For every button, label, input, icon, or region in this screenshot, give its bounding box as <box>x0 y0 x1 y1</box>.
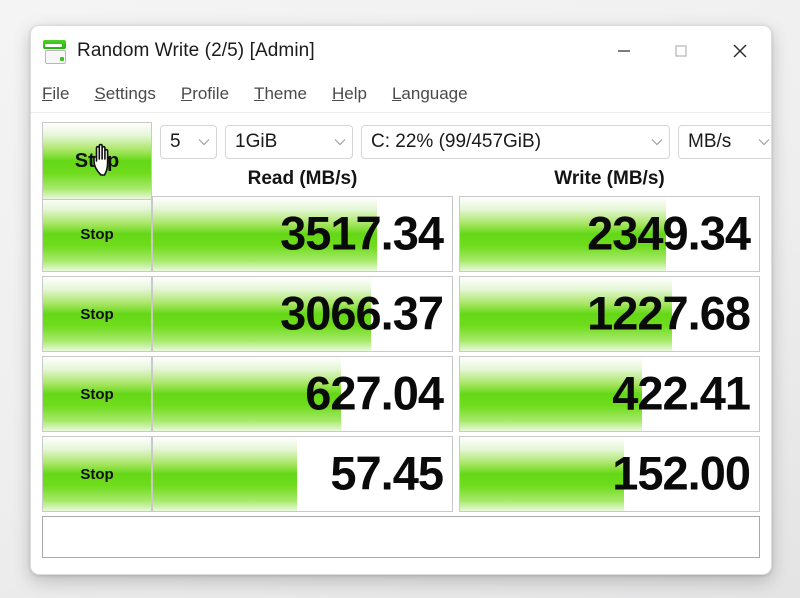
menu-mnemonic: L <box>391 84 402 103</box>
read-value: 57.45 <box>330 446 444 500</box>
toolbar-combos: 5 1GiB C: 22% (99/457GiB) MB/s <box>152 122 771 162</box>
test-count-select[interactable]: 5 <box>160 125 217 159</box>
table-row: Stop 3517.34 2349.34 <box>42 196 760 272</box>
read-value: 3517.34 <box>280 206 444 260</box>
read-result-cell[interactable]: 627.04 <box>152 356 453 432</box>
write-value: 422.41 <box>612 366 751 420</box>
menu-label: heme <box>264 84 307 103</box>
menu-label: ile <box>52 84 70 103</box>
title-bar[interactable]: Random Write (2/5) [Admin] <box>31 26 771 76</box>
crystaldiskmark-icon <box>42 38 68 64</box>
row-stop-button[interactable]: Stop <box>42 356 152 432</box>
write-value: 152.00 <box>612 446 751 500</box>
menu-label: anguage <box>401 84 468 103</box>
unit-select[interactable]: MB/s <box>678 125 771 159</box>
toolbar: Stop 5 1GiB C: 22% (99/457GiB) MB/s <box>42 122 771 200</box>
chevron-down-icon <box>192 138 216 146</box>
target-drive-value: C: 22% (99/457GiB) <box>371 131 542 152</box>
maximize-icon <box>674 45 687 57</box>
close-icon <box>733 44 747 58</box>
menu-mnemonic: P <box>180 84 193 103</box>
chevron-down-icon <box>328 138 352 146</box>
row-stop-label: Stop <box>80 385 114 403</box>
minimize-button[interactable] <box>595 26 652 76</box>
comment-input[interactable] <box>42 516 760 558</box>
menu-item-language[interactable]: Language <box>392 84 468 104</box>
write-result-cell[interactable]: 2349.34 <box>459 196 760 272</box>
window-title: Random Write (2/5) [Admin] <box>77 40 315 61</box>
row-stop-label: Stop <box>80 465 114 483</box>
crystaldiskmark-window: Random Write (2/5) [Admin] File Settings… <box>30 25 772 575</box>
table-row: Stop 57.45 152.00 <box>42 436 760 512</box>
menu-label: rofile <box>192 84 230 103</box>
maximize-button[interactable] <box>652 26 709 76</box>
screen: Random Write (2/5) [Admin] File Settings… <box>0 0 800 598</box>
main-content: Stop 5 1GiB C: 22% (99/457GiB) MB/s Read… <box>31 113 771 568</box>
write-result-cell[interactable]: 152.00 <box>459 436 760 512</box>
menu-mnemonic: T <box>254 84 265 103</box>
write-value: 2349.34 <box>587 206 751 260</box>
menu-mnemonic: S <box>94 84 106 103</box>
target-drive-select[interactable]: C: 22% (99/457GiB) <box>361 125 670 159</box>
read-column-header: Read (MB/s) <box>247 168 358 189</box>
menu-item-file[interactable]: File <box>42 84 69 104</box>
chevron-down-icon <box>645 138 669 146</box>
read-value: 627.04 <box>305 366 444 420</box>
table-row: Stop 3066.37 1227.68 <box>42 276 760 352</box>
read-result-cell[interactable]: 57.45 <box>152 436 453 512</box>
write-value: 1227.68 <box>587 286 751 340</box>
all-button-slot: Stop <box>42 122 152 200</box>
table-row: Stop 627.04 422.41 <box>42 356 760 432</box>
read-result-cell[interactable]: 3517.34 <box>152 196 453 272</box>
menu-item-settings[interactable]: Settings <box>94 84 155 104</box>
results-table: Stop 3517.34 2349.34 Stop 3066.37 1227.6… <box>42 196 760 512</box>
read-value: 3066.37 <box>280 286 444 340</box>
test-size-value: 1GiB <box>235 131 278 152</box>
menu-mnemonic: F <box>42 84 53 103</box>
row-stop-label: Stop <box>80 225 114 243</box>
unit-value: MB/s <box>688 131 732 152</box>
write-fill-bar <box>460 437 625 511</box>
menu-label: ettings <box>105 84 156 103</box>
menu-item-help[interactable]: Help <box>332 84 367 104</box>
write-result-cell[interactable]: 422.41 <box>459 356 760 432</box>
chevron-down-icon <box>752 138 771 146</box>
window-controls <box>595 26 771 76</box>
write-result-cell[interactable]: 1227.68 <box>459 276 760 352</box>
minimize-icon <box>617 50 630 52</box>
test-count-value: 5 <box>170 131 181 152</box>
read-result-cell[interactable]: 3066.37 <box>152 276 453 352</box>
read-fill-bar <box>153 437 297 511</box>
menu-item-profile[interactable]: Profile <box>181 84 229 104</box>
menu-mnemonic: H <box>331 84 345 103</box>
test-size-select[interactable]: 1GiB <box>225 125 353 159</box>
row-stop-button[interactable]: Stop <box>42 436 152 512</box>
all-stop-label: Stop <box>74 149 120 172</box>
menu-bar: File Settings Profile Theme Help Languag… <box>31 76 771 113</box>
row-stop-button[interactable]: Stop <box>42 276 152 352</box>
menu-label: elp <box>344 84 367 103</box>
all-stop-button[interactable]: Stop <box>42 122 152 200</box>
write-column-header: Write (MB/s) <box>554 168 665 189</box>
row-stop-button[interactable]: Stop <box>42 196 152 272</box>
close-button[interactable] <box>709 26 771 76</box>
row-stop-label: Stop <box>80 305 114 323</box>
menu-item-theme[interactable]: Theme <box>254 84 307 104</box>
